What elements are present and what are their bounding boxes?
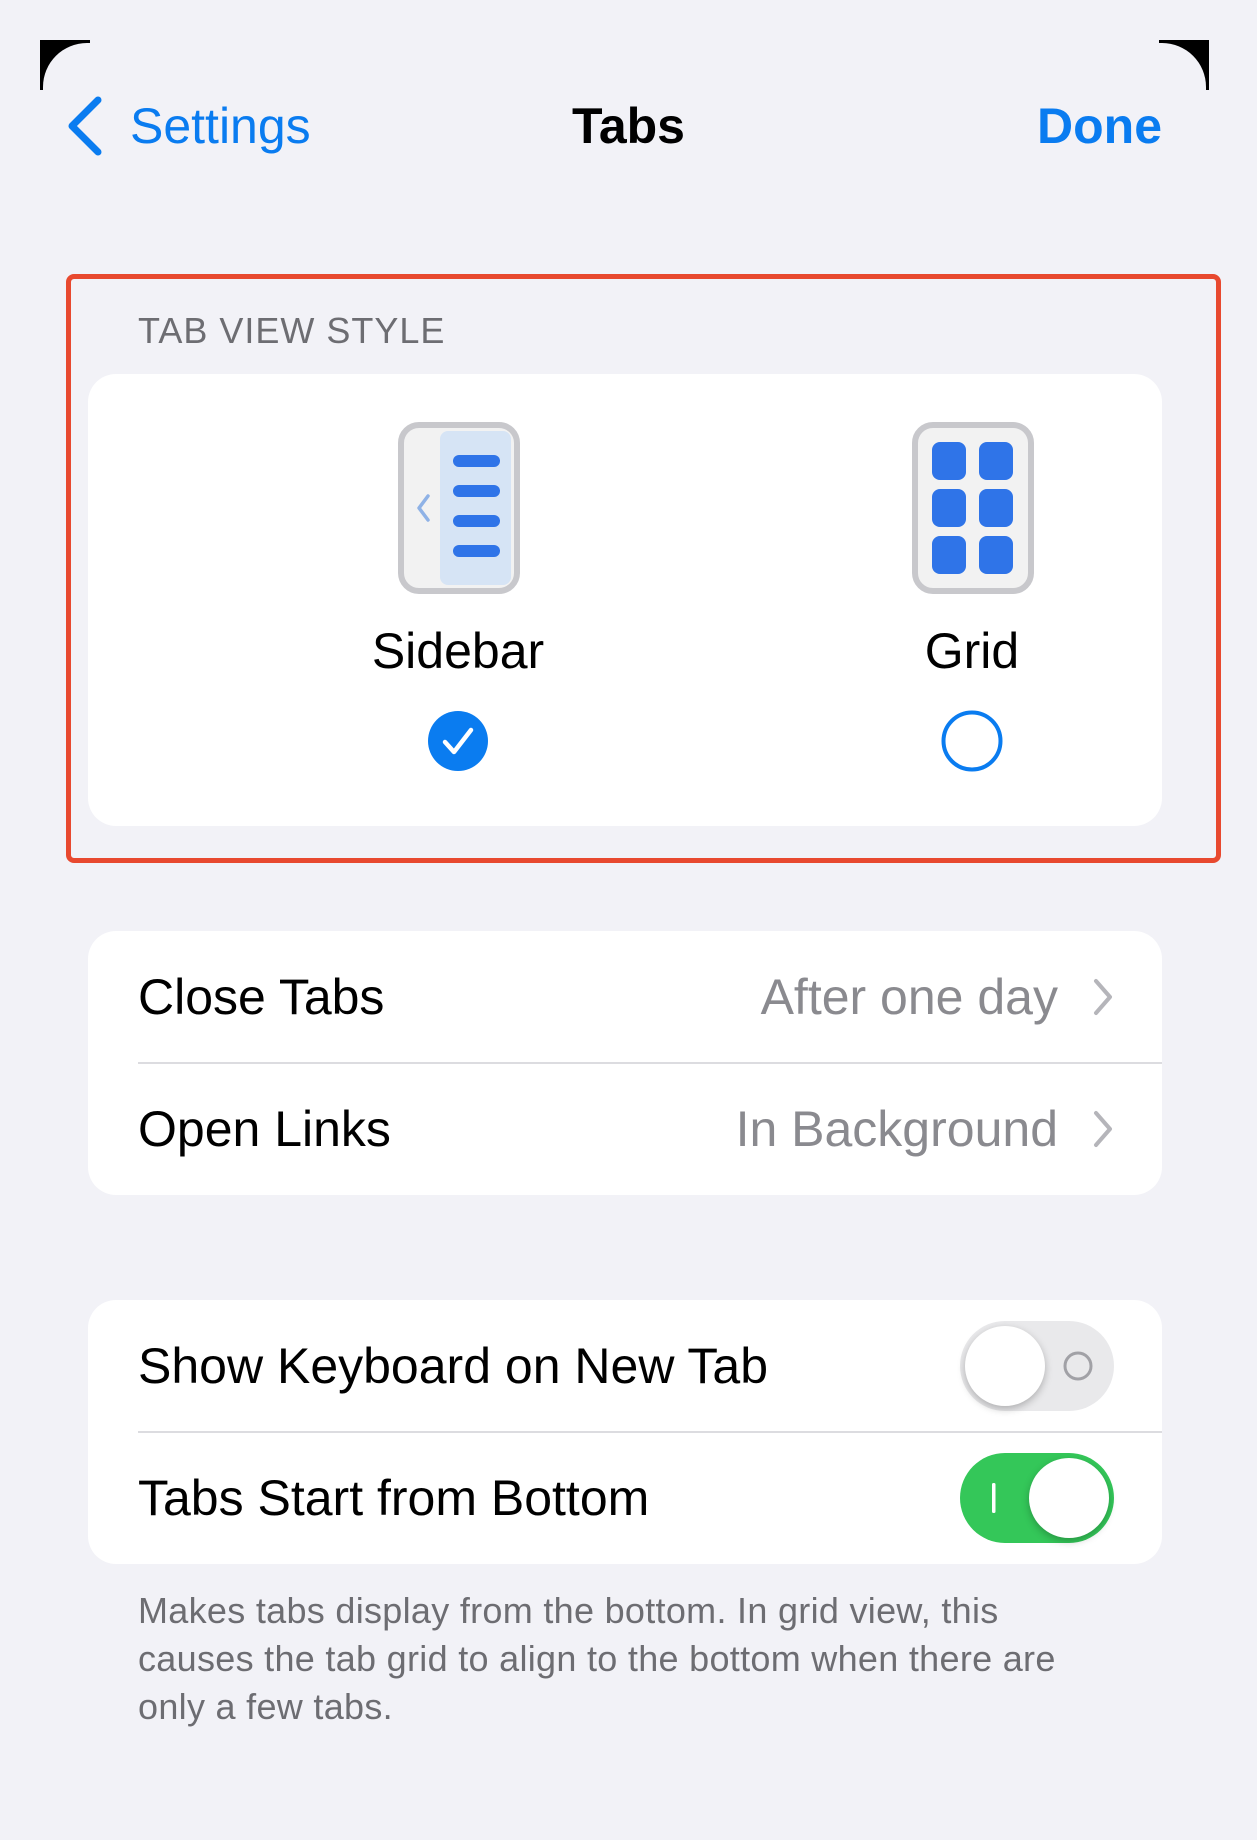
tabs-start-bottom-row: Tabs Start from Bottom xyxy=(88,1432,1162,1564)
section-header-tab-view-style: TAB VIEW STYLE xyxy=(138,310,446,351)
tab-view-style-card: Sidebar Grid xyxy=(88,374,1162,826)
toggle-off-indicator-icon xyxy=(1063,1351,1093,1381)
close-tabs-value: After one day xyxy=(760,969,1058,1025)
tab-style-label-sidebar: Sidebar xyxy=(371,623,545,679)
tab-style-option-grid[interactable]: Grid xyxy=(822,374,1122,826)
close-tabs-row[interactable]: Close Tabs After one day xyxy=(88,931,1162,1063)
toggle-on-indicator-icon xyxy=(992,1483,996,1513)
checkmark-circle-icon[interactable] xyxy=(427,710,489,772)
show-keyboard-toggle[interactable] xyxy=(960,1321,1114,1411)
tab-style-option-sidebar[interactable]: Sidebar xyxy=(308,374,608,826)
show-keyboard-label: Show Keyboard on New Tab xyxy=(138,1338,769,1394)
done-button[interactable]: Done xyxy=(1037,96,1162,156)
toggle-settings-card: Show Keyboard on New Tab Tabs Start from… xyxy=(88,1300,1162,1564)
grid-layout-icon xyxy=(912,422,1034,594)
open-links-label: Open Links xyxy=(138,1101,391,1157)
sidebar-layout-icon xyxy=(398,422,520,594)
open-links-value: In Background xyxy=(735,1101,1058,1157)
close-tabs-label: Close Tabs xyxy=(138,969,385,1025)
navigation-bar: Settings Tabs Done xyxy=(0,90,1257,160)
screen-corner-top-right xyxy=(1159,40,1209,90)
tab-style-label-grid: Grid xyxy=(924,623,1020,679)
chevron-right-icon xyxy=(1094,1111,1112,1147)
tabs-start-bottom-toggle[interactable] xyxy=(960,1453,1114,1543)
toggle-knob xyxy=(965,1326,1045,1406)
tabs-start-bottom-footnote: Makes tabs display from the bottom. In g… xyxy=(138,1590,1056,1727)
empty-circle-icon[interactable] xyxy=(941,710,1003,772)
open-links-row[interactable]: Open Links In Background xyxy=(88,1063,1162,1195)
screen-corner-top-left xyxy=(40,40,90,90)
tabs-start-bottom-label: Tabs Start from Bottom xyxy=(138,1470,650,1526)
chevron-right-icon xyxy=(1094,979,1112,1015)
tab-settings-card: Close Tabs After one day Open Links In B… xyxy=(88,931,1162,1195)
show-keyboard-row: Show Keyboard on New Tab xyxy=(88,1300,1162,1432)
toggle-knob xyxy=(1029,1458,1109,1538)
